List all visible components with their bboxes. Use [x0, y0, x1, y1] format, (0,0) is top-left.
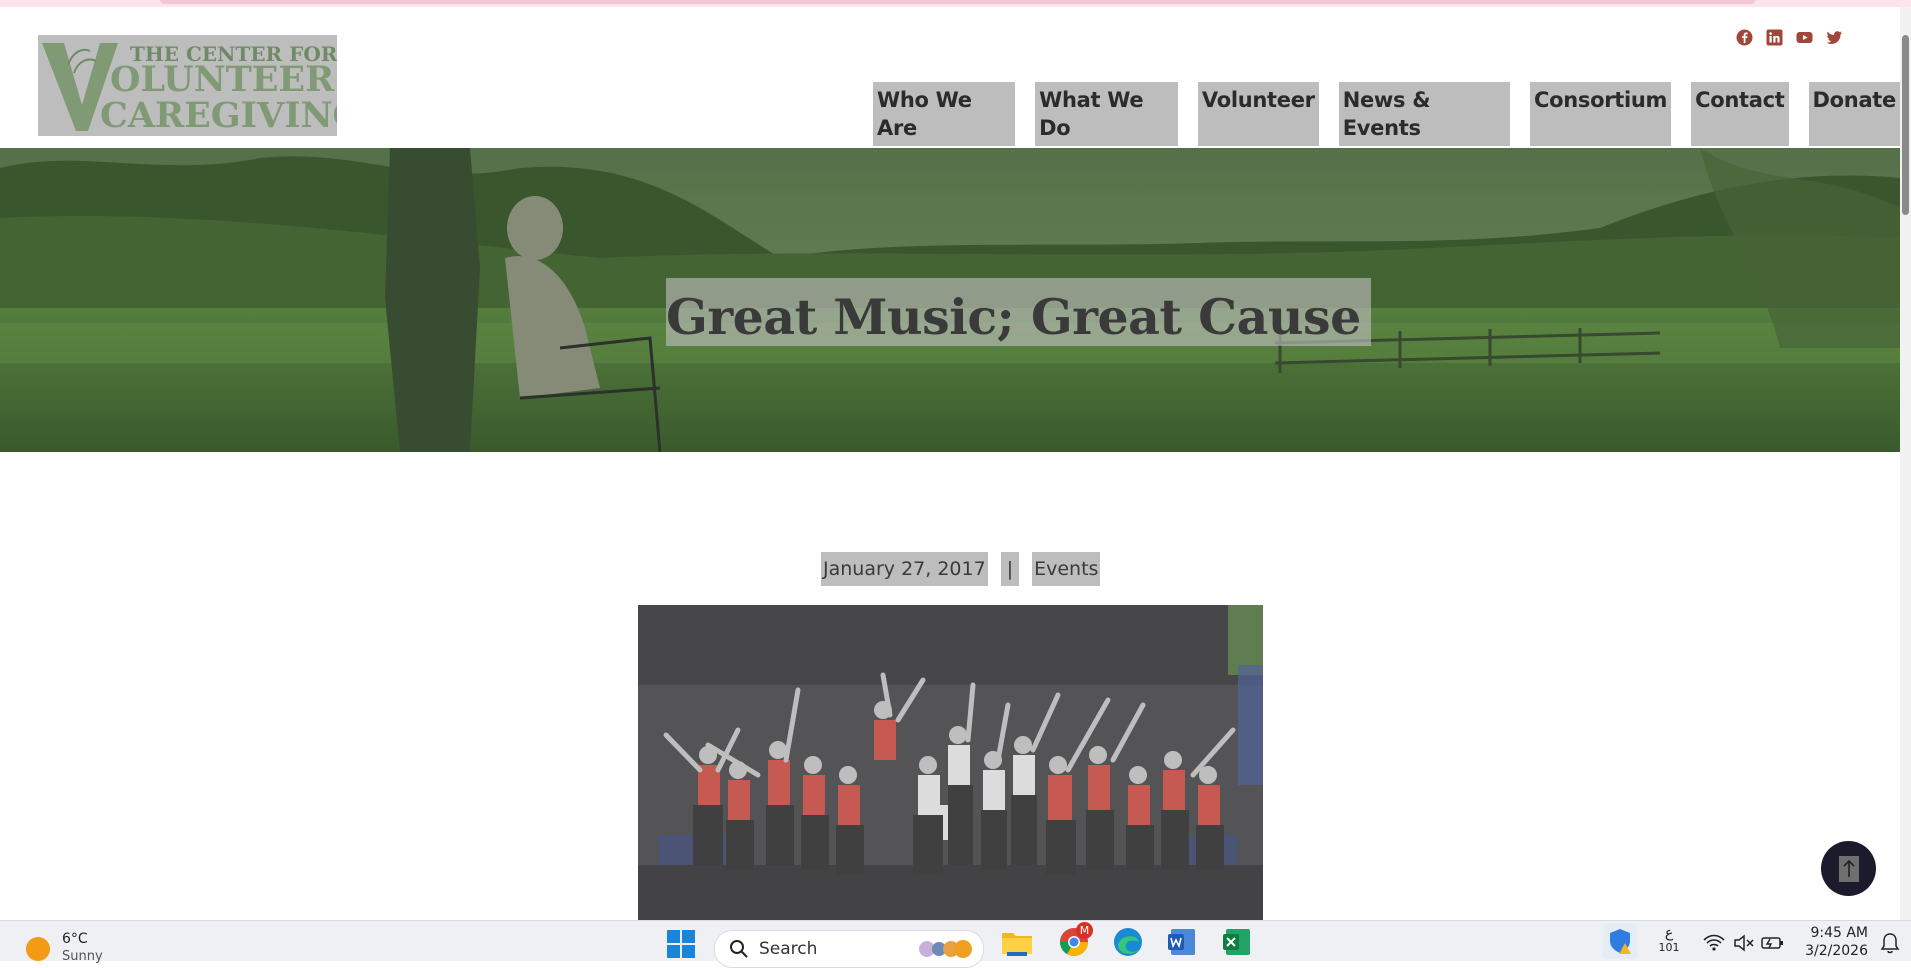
twitter-icon[interactable] — [1826, 29, 1843, 46]
notification-bell-icon[interactable] — [1880, 932, 1900, 954]
logo-line-2: OLUNTEER — [110, 59, 335, 100]
chrome-icon[interactable]: M — [1058, 922, 1093, 958]
scrollbar-thumb[interactable] — [1902, 35, 1909, 215]
search-highlight-icon — [919, 940, 972, 958]
clock-time: 9:45 AM — [1810, 925, 1868, 941]
nav-what-we-do[interactable]: What We Do — [1035, 82, 1178, 146]
site-header: THE CENTER FOR OLUNTEER CAREGIVING Who W… — [0, 7, 1900, 148]
nav-who-we-are[interactable]: Who We Are — [873, 82, 1016, 146]
weather-temperature: 6°C — [62, 931, 88, 947]
post-featured-image — [638, 605, 1263, 920]
nav-consortium[interactable]: Consortium — [1529, 82, 1672, 146]
edge-icon[interactable] — [1112, 926, 1144, 958]
search-icon — [730, 940, 748, 958]
linkedin-icon[interactable] — [1766, 29, 1783, 46]
nav-donate[interactable]: Donate — [1808, 82, 1900, 146]
meta-separator: | — [1000, 552, 1020, 586]
wifi-icon[interactable] — [1703, 934, 1725, 952]
clock-date: 3/2/2026 — [1805, 943, 1868, 959]
facebook-icon[interactable] — [1736, 29, 1753, 46]
scroll-to-top-button[interactable] — [1821, 841, 1876, 896]
page-title: Great Music; Great Cause — [666, 288, 1361, 346]
main-nav: Who We Are What We Do Volunteer News & E… — [873, 82, 1900, 146]
volume-muted-icon[interactable] — [1733, 934, 1755, 952]
excel-icon[interactable] — [1222, 927, 1252, 957]
input-language-indicator[interactable]: ع 101 — [1654, 925, 1684, 955]
word-icon[interactable] — [1167, 927, 1197, 957]
arrow-up-icon — [1838, 855, 1859, 882]
sun-icon — [26, 937, 50, 961]
file-explorer-icon[interactable] — [1001, 928, 1033, 956]
youtube-icon[interactable] — [1796, 29, 1813, 46]
security-warning-icon[interactable] — [1603, 923, 1637, 959]
browser-top-strip — [0, 0, 1911, 7]
page-scrollbar[interactable] — [1900, 7, 1911, 920]
logo-line-3: CAREGIVING — [100, 95, 337, 136]
tab-highlight-bar — [160, 0, 1755, 4]
nav-volunteer[interactable]: Volunteer — [1197, 82, 1319, 146]
choir-performance-image — [638, 605, 1263, 920]
nav-contact[interactable]: Contact — [1691, 82, 1789, 146]
battery-icon[interactable] — [1761, 934, 1785, 952]
windows-start-icon[interactable] — [666, 929, 696, 959]
post-date: January 27, 2017 — [821, 552, 988, 586]
site-logo[interactable]: THE CENTER FOR OLUNTEER CAREGIVING — [38, 35, 337, 136]
weather-description: Sunny — [62, 949, 103, 964]
chrome-profile-badge: M — [1076, 922, 1093, 939]
social-links — [1736, 29, 1843, 46]
language-char: ع — [1664, 925, 1674, 941]
taskbar-search-box[interactable]: Search — [714, 930, 984, 968]
hero-title-highlight: Great Music; Great Cause — [666, 278, 1371, 346]
post-category-link[interactable]: Events — [1032, 552, 1101, 586]
nav-news-events[interactable]: News & Events — [1338, 82, 1510, 146]
system-clock[interactable]: 9:45 AM 3/2/2026 — [1796, 924, 1868, 960]
hero-banner: Great Music; Great Cause — [0, 148, 1900, 452]
post-meta: January 27, 2017 | Events — [821, 552, 1101, 586]
windows-taskbar: 6°C Sunny Search M ع 101 9:45 AM 3/2/202… — [0, 920, 1911, 968]
language-code: 101 — [1658, 941, 1680, 954]
search-placeholder: Search — [759, 939, 818, 959]
